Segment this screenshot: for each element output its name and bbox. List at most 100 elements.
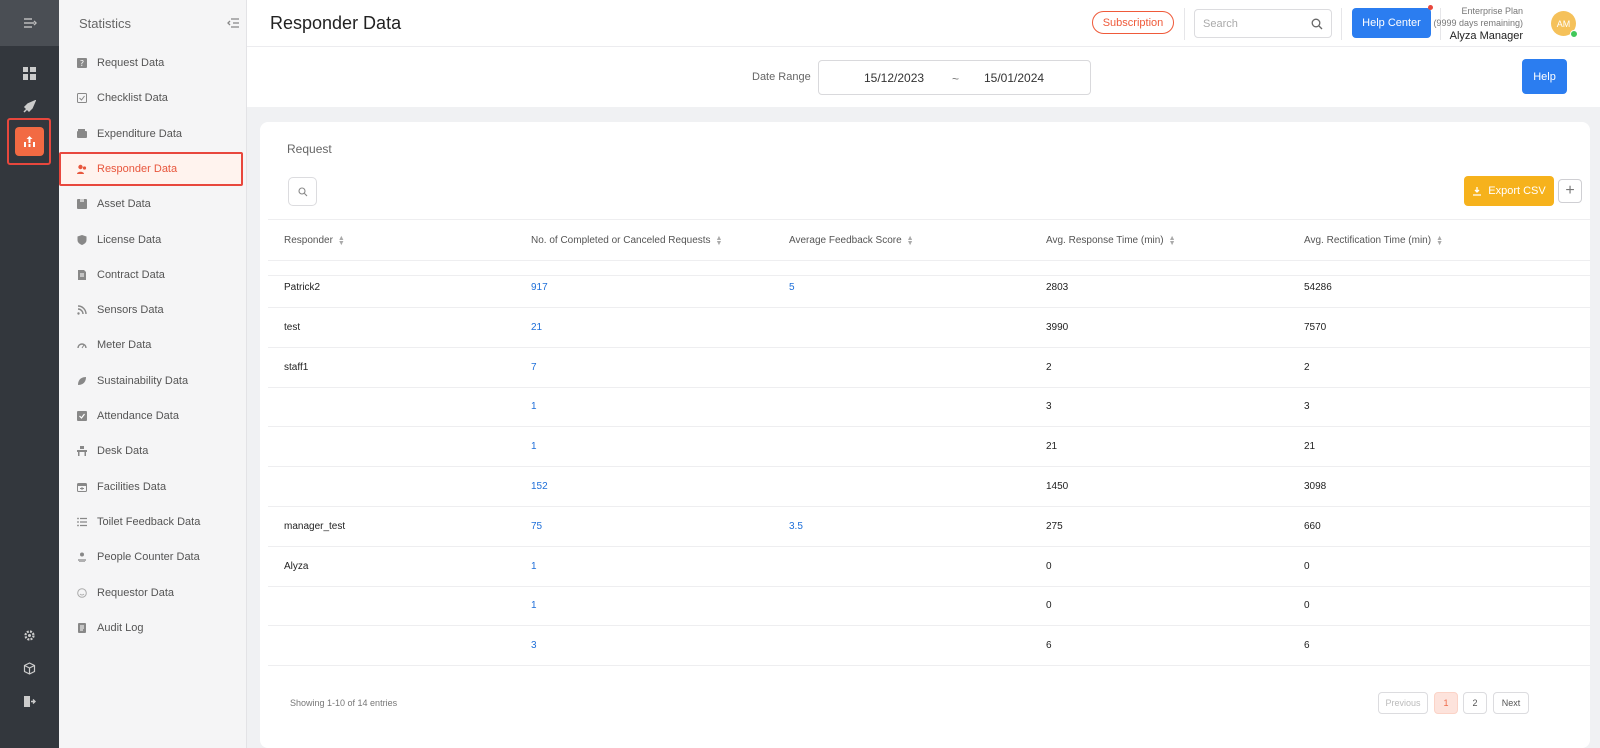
column-header-label: Avg. Response Time (min): [1046, 235, 1164, 246]
table-cell: manager_test: [284, 520, 346, 532]
column-header[interactable]: Avg. Response Time (min) ▲ ▼: [1046, 235, 1176, 247]
subscription-button[interactable]: Subscription: [1092, 11, 1174, 34]
rocket-icon: [23, 99, 36, 113]
sidebar-item-meter-data[interactable]: Meter Data: [59, 328, 247, 362]
table-search-button[interactable]: [288, 177, 317, 206]
table-cell: 6: [1304, 640, 1310, 652]
sidebar-item-label: Desk Data: [97, 445, 149, 458]
sidebar-item-label: Attendance Data: [97, 410, 179, 422]
sidebar-title: Statistics: [79, 15, 132, 31]
sidebar-item-sensors-data[interactable]: Sensors Data: [59, 293, 247, 327]
sidebar-item-people-counter-data[interactable]: People Counter Data: [59, 540, 247, 574]
contract-icon: [78, 269, 86, 280]
sidebar-item-asset-data[interactable]: Asset Data: [59, 187, 247, 221]
page-1-button[interactable]: 1: [1434, 692, 1458, 714]
search-icon: [297, 186, 307, 196]
sidebar-item-requestor-data[interactable]: Requestor Data: [59, 576, 247, 610]
column-header[interactable]: Average Feedback Score ▲ ▼: [789, 235, 914, 247]
sidebar-item-expenditure-data[interactable]: Expenditure Data: [59, 117, 247, 151]
plan-info: Enterprise Plan (9999 days remaining) Al…: [1433, 5, 1523, 42]
sidebar-item-label: Requestor Data: [97, 586, 175, 599]
collapse-sidebar-icon[interactable]: [226, 17, 240, 29]
gear-icon: [24, 629, 35, 641]
sidebar-item-desk-data[interactable]: Desk Data: [59, 434, 247, 468]
next-page-button[interactable]: Next: [1493, 692, 1529, 714]
table-cell[interactable]: 3.5: [789, 521, 803, 532]
settings-button[interactable]: [0, 620, 59, 650]
column-header-label: No. of Completed or Canceled Requests: [531, 235, 711, 246]
table-cell[interactable]: 75: [531, 521, 542, 532]
sidebar-item-audit-log[interactable]: Audit Log: [59, 611, 247, 645]
notification-dot: [1428, 5, 1433, 10]
table-cell[interactable]: 3: [531, 640, 537, 651]
sort-icon[interactable]: ▲ ▼: [338, 235, 345, 247]
modules-button[interactable]: [0, 653, 59, 683]
table-cell: Alyza: [284, 560, 309, 572]
help-button[interactable]: Help: [1522, 59, 1567, 94]
table-cell[interactable]: 917: [531, 282, 548, 293]
table-cell: 1450: [1046, 481, 1069, 492]
sort-icon[interactable]: ▲ ▼: [716, 235, 723, 247]
search-input[interactable]: Search: [1194, 9, 1332, 38]
table-cell: 660: [1304, 520, 1321, 532]
sidebar-item-contract-data[interactable]: Contract Data: [59, 258, 247, 292]
table-row: Alyza 1 0 0: [268, 547, 1590, 587]
top-header: Responder Data Subscription Search Help …: [247, 0, 1600, 47]
table-cell[interactable]: 1: [531, 561, 537, 572]
sort-icon[interactable]: ▲ ▼: [1169, 235, 1176, 247]
table-cell[interactable]: 1: [531, 600, 537, 611]
sidebar-item-label: Audit Log: [97, 621, 144, 634]
column-header[interactable]: Responder ▲ ▼: [284, 235, 345, 247]
sidebar-item-attendance-data[interactable]: Attendance Data: [59, 399, 247, 433]
sort-icon[interactable]: ▲ ▼: [907, 235, 914, 247]
table-cell[interactable]: 7: [531, 362, 537, 373]
sidebar-item-responder-data[interactable]: Responder Data: [59, 151, 243, 186]
table-cell: 0: [1304, 560, 1310, 572]
table-cell: 275: [1046, 520, 1063, 532]
sidebar-item-label: Meter Data: [97, 339, 152, 352]
expand-menu-button[interactable]: [0, 0, 59, 46]
table-cell: 3098: [1304, 481, 1327, 492]
date-range-picker[interactable]: 15/12/2023 ~ 15/01/2024: [818, 60, 1091, 95]
statistics-button[interactable]: [15, 127, 44, 156]
table-cell: 0: [1046, 560, 1052, 572]
sidebar-item-toilet-feedback-data[interactable]: Toilet Feedback Data: [59, 505, 247, 539]
sidebar-item-label: License Data: [97, 233, 162, 246]
column-header[interactable]: Avg. Rectification Time (min) ▲ ▼: [1304, 235, 1443, 247]
sidebar-item-facilities-data[interactable]: Facilities Data: [59, 470, 247, 504]
sidebar-item-label: Sensors Data: [97, 304, 164, 317]
divider: [1184, 8, 1185, 40]
add-column-button[interactable]: +: [1558, 179, 1582, 203]
table-cell[interactable]: 1: [531, 441, 537, 452]
table-row: Patrick2 917 5 2803 54286: [268, 268, 1590, 308]
sidebar-item-sustainability-data[interactable]: Sustainability Data: [59, 364, 247, 398]
table-cell[interactable]: 152: [531, 481, 548, 492]
desk-icon: [77, 446, 87, 457]
previous-page-button[interactable]: Previous: [1378, 692, 1428, 714]
launch-button[interactable]: [0, 91, 59, 121]
table-cell[interactable]: 21: [531, 322, 542, 333]
export-csv-button[interactable]: Export CSV: [1464, 176, 1554, 206]
list-icon: [77, 517, 87, 527]
box-icon: [77, 199, 87, 210]
page-2-button[interactable]: 2: [1463, 692, 1487, 714]
sidebar-item-request-data[interactable]: ? Request Data: [59, 46, 247, 80]
gauge-icon: [77, 343, 87, 349]
sidebar-item-license-data[interactable]: License Data: [59, 223, 247, 257]
sort-icon[interactable]: ▲ ▼: [1436, 235, 1443, 247]
search-placeholder: Search: [1203, 17, 1238, 30]
table-row: 1 0 0: [268, 586, 1590, 627]
sidebar-item-label: Expenditure Data: [97, 127, 182, 140]
dashboard-button[interactable]: [0, 58, 59, 88]
column-header[interactable]: No. of Completed or Canceled Requests ▲ ▼: [531, 235, 723, 247]
start-date[interactable]: 15/12/2023: [864, 71, 924, 85]
help-center-button[interactable]: Help Center: [1352, 8, 1431, 38]
sidebar-item-checklist-data[interactable]: Checklist Data: [59, 81, 247, 115]
table-cell[interactable]: 1: [531, 401, 537, 412]
end-date[interactable]: 15/01/2024: [984, 71, 1044, 85]
logout-button[interactable]: [0, 686, 59, 716]
table-cell[interactable]: 5: [789, 282, 795, 293]
table-cell: Patrick2: [284, 282, 321, 293]
export-csv-label: Export CSV: [1488, 185, 1546, 197]
sidebar-item-label: Responder Data: [97, 162, 178, 175]
